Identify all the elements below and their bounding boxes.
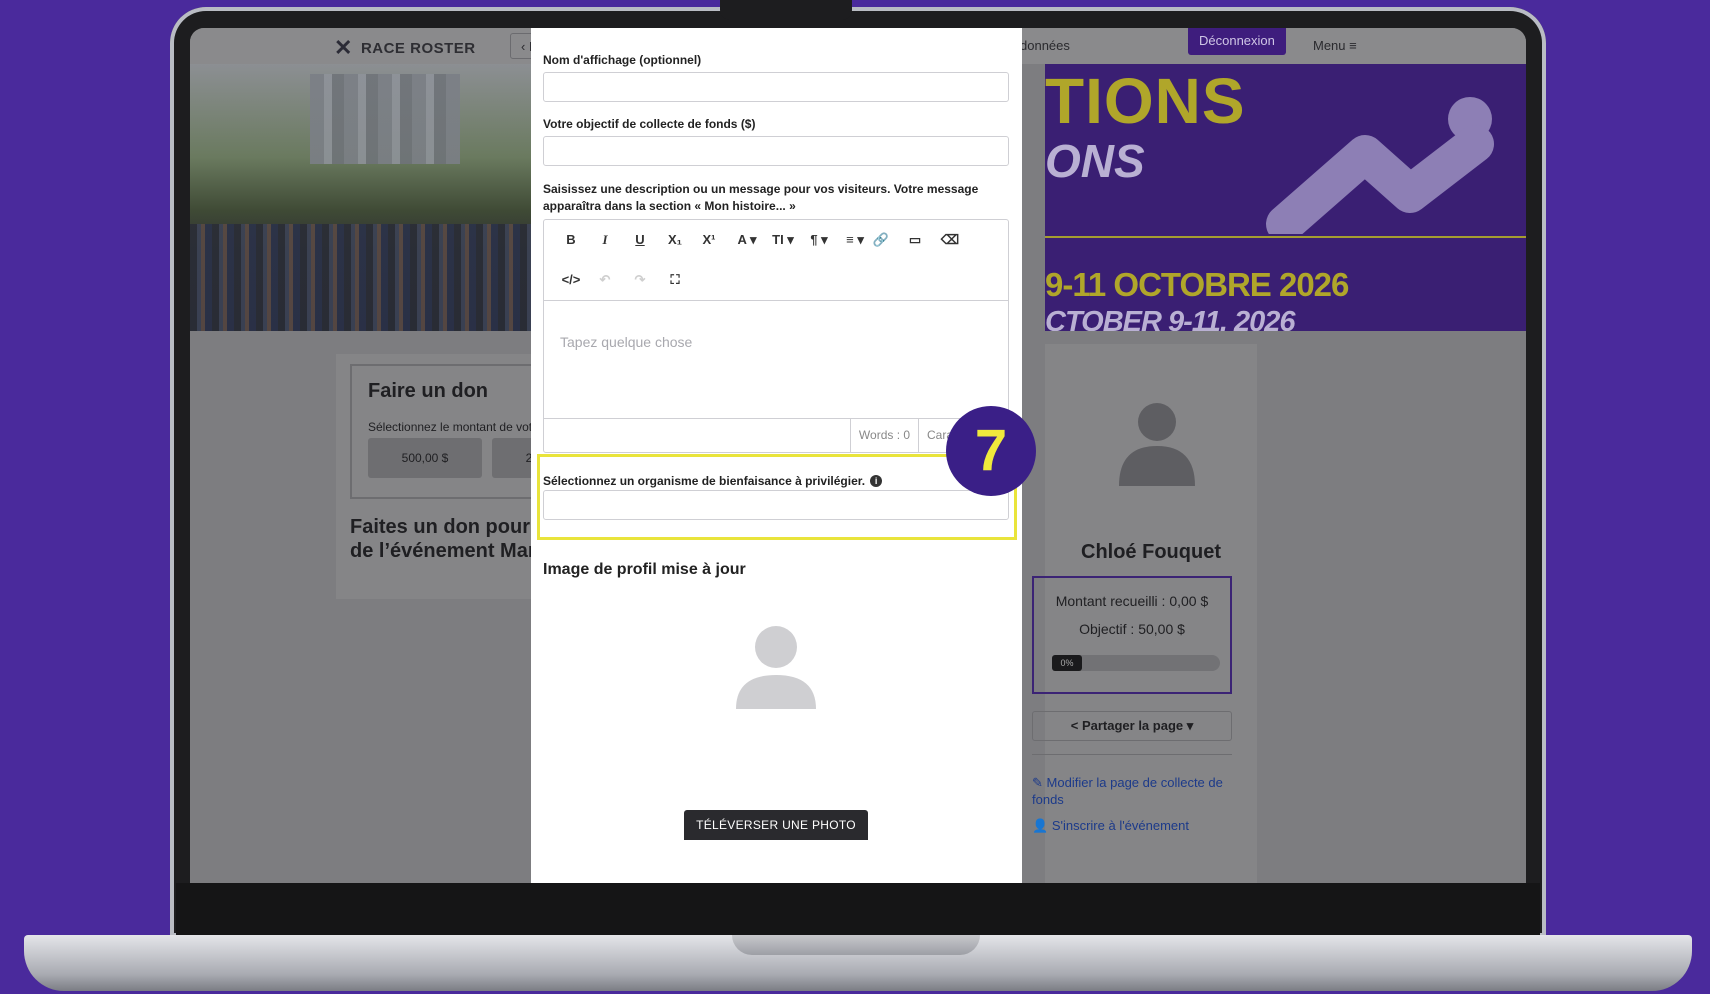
nav-link-data[interactable]: données [1020,38,1070,53]
superscript-button[interactable]: X¹ [696,228,722,252]
menu-button[interactable]: Menu ≡ [1313,38,1357,53]
logout-button[interactable]: Déconnexion [1188,28,1286,55]
share-icon: < [1070,718,1079,733]
register-link-label: S'inscrire à l'événement [1051,818,1190,833]
sidebar-divider [1032,754,1232,755]
banner-divider [1045,236,1526,238]
link-icon[interactable]: 🔗 [868,228,894,252]
laptop-opening-notch [732,935,980,955]
share-label: Partager la page [1081,718,1184,733]
align-button[interactable]: ≡ ▾ [838,228,872,252]
editor-statusbar: Words : 0 Cara [544,418,1008,452]
fundraising-goal: Objectif : 50,00 $ [1079,621,1185,637]
amount-button-500[interactable]: 500,00 $ [368,438,482,478]
display-name-input[interactable] [543,72,1009,102]
banner-subtitle: ONS [1045,135,1145,187]
profile-image-heading: Image de profil mise à jour [543,561,746,578]
race-roster-logo-icon: ✕ [334,35,353,60]
italic-button[interactable]: I [592,228,618,252]
redo-icon[interactable]: ↷ [627,268,653,292]
profile-avatar-placeholder-icon [736,626,816,709]
amount-raised: Montant recueilli : 0,00 $ [1055,593,1209,609]
progress-label: 0% [1052,655,1082,671]
editor-toolbar: B I U X₁ X¹ A ▾ TI ▾ ¶ ▾ ≡ ▾ 🔗 ▭ ⌫ </> ↶… [544,220,1008,301]
city-skyline [310,74,460,164]
laptop-bezel [176,883,1540,935]
donation-title: Faire un don [368,380,488,402]
step-number-badge: 7 [946,406,1036,496]
register-event-link[interactable]: 👤 S'inscrire à l'événement [1032,817,1242,834]
runner-crowd [190,224,580,331]
banner-date-en: CTOBER 9-11, 2026 [1045,306,1295,331]
eraser-icon[interactable]: ⌫ [937,228,963,252]
event-banner-photo [190,64,580,331]
event-banner-graphic: TIONS ONS 9-11 OCTOBRE 2026 CTOBER 9-11,… [1045,64,1526,331]
banner-date-fr: 9-11 OCTOBRE 2026 [1045,266,1349,303]
description-label: Saisissez une description ou un message … [543,182,979,213]
subscript-button[interactable]: X₁ [662,228,688,252]
camera-notch [720,0,852,20]
edit-link-label: Modifier la page de collecte de fonds [1032,775,1223,807]
avatar-placeholder-icon [1119,403,1195,486]
paragraph-button[interactable]: ¶ ▾ [802,228,836,252]
edit-fundraising-page-link[interactable]: ✎ Modifier la page de collecte de fonds [1032,774,1242,808]
logo-text: RACE ROSTER [360,39,476,57]
goal-label: Votre objectif de collecte de fonds ($) [543,117,756,131]
fullscreen-icon[interactable]: ⛶ [662,268,688,292]
runner-logo-icon [1266,97,1494,234]
caret-down-icon: ▾ [1186,718,1194,733]
word-count: Words : 0 [850,419,918,452]
font-size-button[interactable]: TI ▾ [766,228,800,252]
font-color-button[interactable]: A ▾ [730,228,764,252]
display-name-label: Nom d'affichage (optionnel) [543,53,702,67]
add-user-icon: 👤 [1032,818,1049,833]
fundraising-goal-input[interactable] [543,136,1009,166]
undo-icon[interactable]: ↶ [592,268,618,292]
code-view-icon[interactable]: </> [558,268,584,292]
underline-button[interactable]: U [627,228,653,252]
share-page-button[interactable]: < Partager la page ▾ [1032,711,1232,741]
banner-title: TIONS [1045,65,1246,137]
rich-text-editor: B I U X₁ X¹ A ▾ TI ▾ ¶ ▾ ≡ ▾ 🔗 ▭ ⌫ </> ↶… [543,219,1009,453]
upload-photo-button[interactable]: TÉLÉVERSER UNE PHOTO [684,810,868,840]
bold-button[interactable]: B [558,228,584,252]
race-roster-logo[interactable]: ✕ RACE ROSTER [334,35,476,61]
pencil-icon: ✎ [1032,775,1043,790]
editor-placeholder[interactable]: Tapez quelque chose [560,334,692,350]
fundraiser-name: Chloé Fouquet [1081,541,1221,563]
charity-field-highlight [537,454,1017,540]
donation-subtitle: Sélectionnez le montant de votre d [368,420,553,434]
image-icon[interactable]: ▭ [902,228,928,252]
